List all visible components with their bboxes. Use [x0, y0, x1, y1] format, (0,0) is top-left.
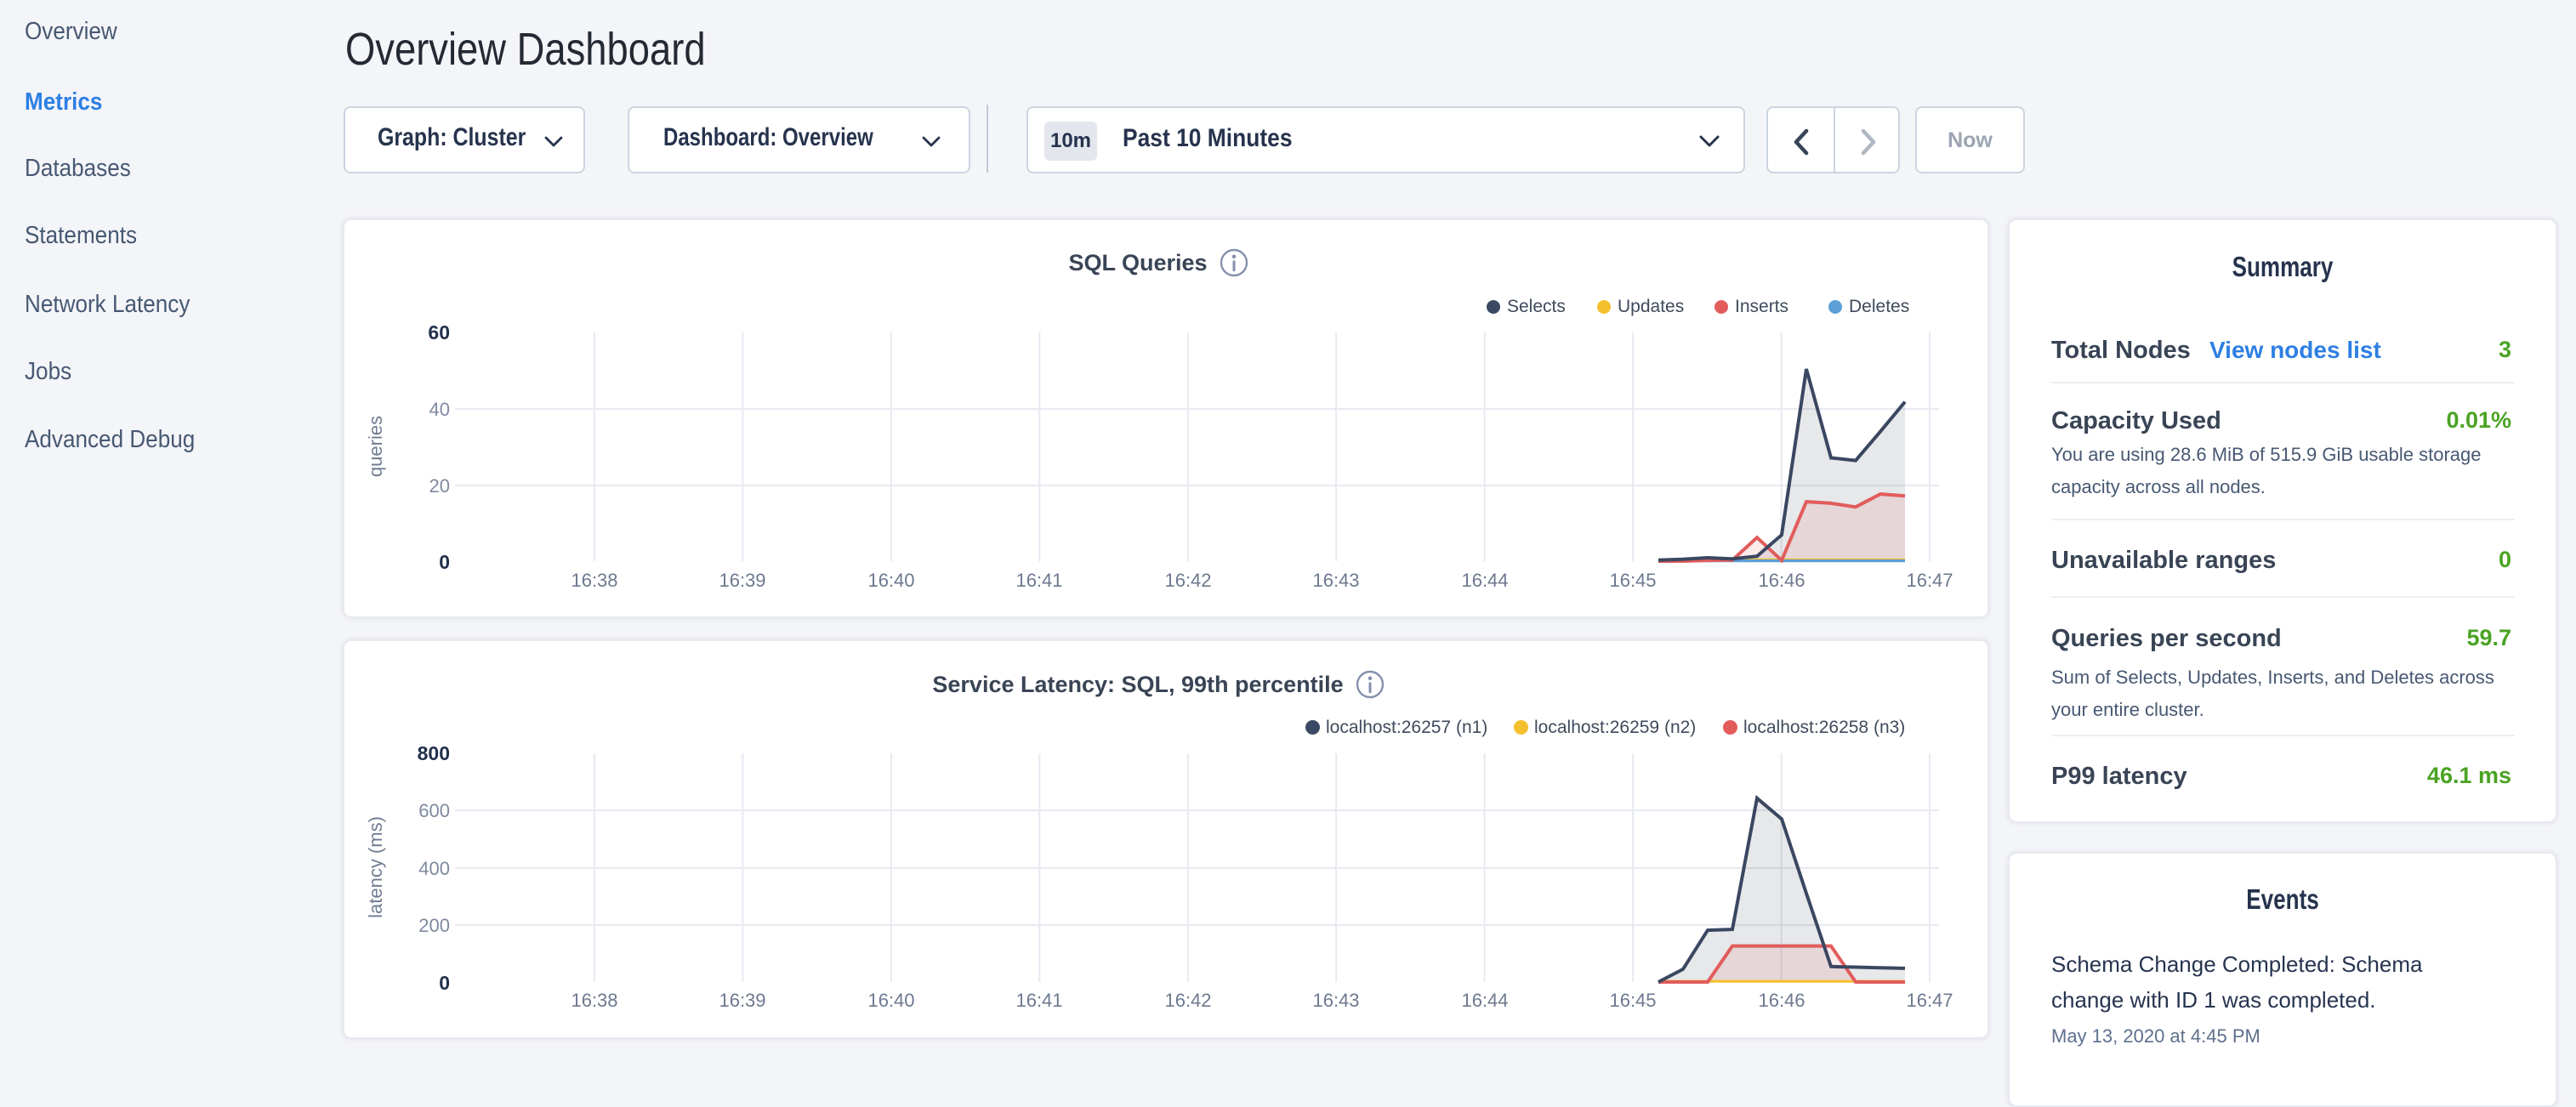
svg-text:600: 600	[418, 800, 450, 821]
svg-text:16:38: 16:38	[571, 990, 617, 1011]
svg-text:16:46: 16:46	[1758, 570, 1805, 591]
svg-text:16:45: 16:45	[1609, 570, 1656, 591]
svg-text:16:44: 16:44	[1461, 990, 1508, 1011]
svg-text:16:47: 16:47	[1906, 570, 1953, 591]
svg-text:200: 200	[418, 915, 450, 936]
svg-text:16:44: 16:44	[1461, 570, 1508, 591]
svg-text:16:41: 16:41	[1015, 990, 1062, 1011]
svg-text:40: 40	[429, 399, 450, 420]
svg-text:800: 800	[418, 742, 450, 764]
svg-text:16:40: 16:40	[867, 570, 914, 591]
svg-text:queries: queries	[365, 416, 386, 477]
svg-text:400: 400	[418, 858, 450, 879]
svg-text:0: 0	[439, 551, 450, 573]
svg-text:16:42: 16:42	[1164, 570, 1211, 591]
svg-text:16:43: 16:43	[1312, 570, 1359, 591]
svg-text:16:45: 16:45	[1609, 990, 1656, 1011]
svg-text:16:41: 16:41	[1015, 570, 1062, 591]
svg-text:0: 0	[439, 972, 450, 994]
svg-text:16:47: 16:47	[1906, 990, 1953, 1011]
svg-text:16:42: 16:42	[1164, 990, 1211, 1011]
svg-text:latency (ms): latency (ms)	[365, 816, 386, 918]
svg-text:16:38: 16:38	[571, 570, 617, 591]
svg-text:16:43: 16:43	[1312, 990, 1359, 1011]
svg-text:20: 20	[429, 475, 450, 497]
svg-text:16:39: 16:39	[719, 990, 765, 1011]
svg-text:16:40: 16:40	[867, 990, 914, 1011]
svg-text:60: 60	[428, 321, 450, 343]
svg-text:16:46: 16:46	[1758, 990, 1805, 1011]
svg-text:16:39: 16:39	[719, 570, 765, 591]
